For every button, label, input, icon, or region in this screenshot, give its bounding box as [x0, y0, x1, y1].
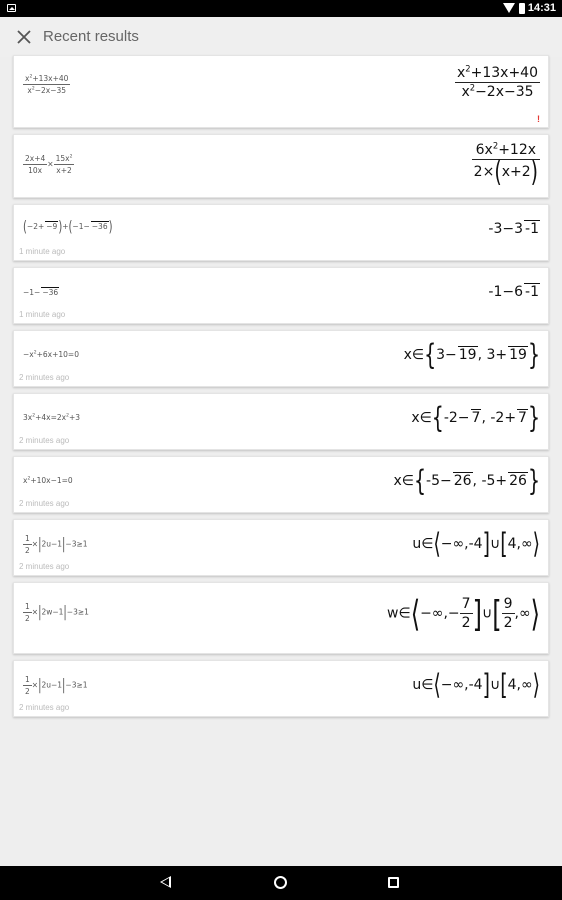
- home-icon[interactable]: [274, 876, 287, 889]
- result-answer: 6x2+12x 2×(x+2): [471, 140, 540, 189]
- status-bar: 14:31: [0, 0, 562, 17]
- result-timestamp: 2 minutes ago: [19, 562, 70, 571]
- result-answer: x∈{-5− 26, -5+ 26}: [393, 464, 541, 498]
- page-title: Recent results: [43, 28, 139, 45]
- result-card[interactable]: 1 2 ×|2w−1|−3≥1 w∈⟨−∞,− 7 2]∪[9 2 ,∞⟩: [13, 582, 549, 654]
- result-query: −1− −36: [23, 287, 60, 297]
- result-timestamp: 2 minutes ago: [19, 703, 70, 712]
- result-timestamp: 2 minutes ago: [19, 373, 70, 382]
- result-card[interactable]: x2+13x+40 x2−2x−35 x2+13x+40 x2−2x−35 !: [13, 55, 549, 128]
- result-answer: w∈⟨−∞,− 7 2]∪[9 2 ,∞⟩: [387, 592, 540, 635]
- result-card[interactable]: (−2+ −9)+(−1− −36) -3−3 -1 1 minute ago: [13, 204, 549, 261]
- result-card[interactable]: 3x2+4x=2x2+3 x∈{-2− 7, -2+ 7} 2 minutes ag…: [13, 393, 549, 450]
- result-answer: x2+13x+40 x2−2x−35: [454, 63, 540, 100]
- result-query: (−2+ −9)+(−1− −36): [23, 218, 113, 236]
- result-query: 3x2+4x=2x2+3: [23, 413, 81, 422]
- results-list: x2+13x+40 x2−2x−35 x2+13x+40 x2−2x−35 ! 2x…: [13, 55, 549, 723]
- result-card[interactable]: 1 2 ×|2u−1|−3≥1 u∈⟨−∞,-4]∪[4,∞⟩ 2 minutes …: [13, 660, 549, 717]
- back-icon[interactable]: [160, 876, 171, 888]
- result-answer: -3−3 -1: [488, 220, 540, 237]
- result-query: x2+10x−1=0: [23, 476, 73, 485]
- recent-apps-icon[interactable]: [388, 877, 399, 888]
- result-query: 1 2 ×|2u−1|−3≥1: [23, 534, 88, 555]
- result-answer: -1−6 -1: [488, 283, 540, 300]
- wifi-icon: [503, 3, 515, 13]
- result-timestamp: 1 minute ago: [19, 310, 66, 319]
- result-timestamp: 1 minute ago: [19, 247, 66, 256]
- battery-icon: [519, 3, 525, 14]
- warning-icon: !: [537, 114, 540, 124]
- result-query: 1 2 ×|2w−1|−3≥1: [23, 602, 89, 623]
- result-query: −x2+6x+10=0: [23, 350, 79, 359]
- result-timestamp: 2 minutes ago: [19, 499, 70, 508]
- result-answer: x∈{-2− 7, -2+ 7}: [411, 401, 540, 435]
- result-card[interactable]: −1− −36 -1−6 -1 1 minute ago: [13, 267, 549, 324]
- image-notification-icon: [7, 4, 16, 12]
- result-query: 1 2 ×|2u−1|−3≥1: [23, 675, 88, 696]
- result-query: x2+13x+40 x2−2x−35: [23, 74, 71, 95]
- result-answer: u∈⟨−∞,-4]∪[4,∞⟩: [412, 668, 540, 702]
- close-icon[interactable]: [14, 27, 34, 47]
- result-card[interactable]: −x2+6x+10=0 x∈{3− 19, 3+ 19} 2 minutes ago: [13, 330, 549, 387]
- toolbar: Recent results: [0, 17, 562, 57]
- result-answer: x∈{3− 19, 3+ 19}: [403, 338, 540, 372]
- status-time: 14:31: [527, 2, 556, 14]
- result-card[interactable]: x2+10x−1=0 x∈{-5− 26, -5+ 26} 2 minutes ag…: [13, 456, 549, 513]
- navigation-bar: [0, 866, 562, 900]
- result-timestamp: 2 minutes ago: [19, 436, 70, 445]
- result-answer: u∈⟨−∞,-4]∪[4,∞⟩: [412, 527, 540, 561]
- result-card[interactable]: 1 2 ×|2u−1|−3≥1 u∈⟨−∞,-4]∪[4,∞⟩ 2 minutes …: [13, 519, 549, 576]
- result-card[interactable]: 2x+4 10x × 15x2 x+2 6x2+12x 2×(x+2): [13, 134, 549, 198]
- result-query: 2x+4 10x × 15x2 x+2: [23, 154, 75, 175]
